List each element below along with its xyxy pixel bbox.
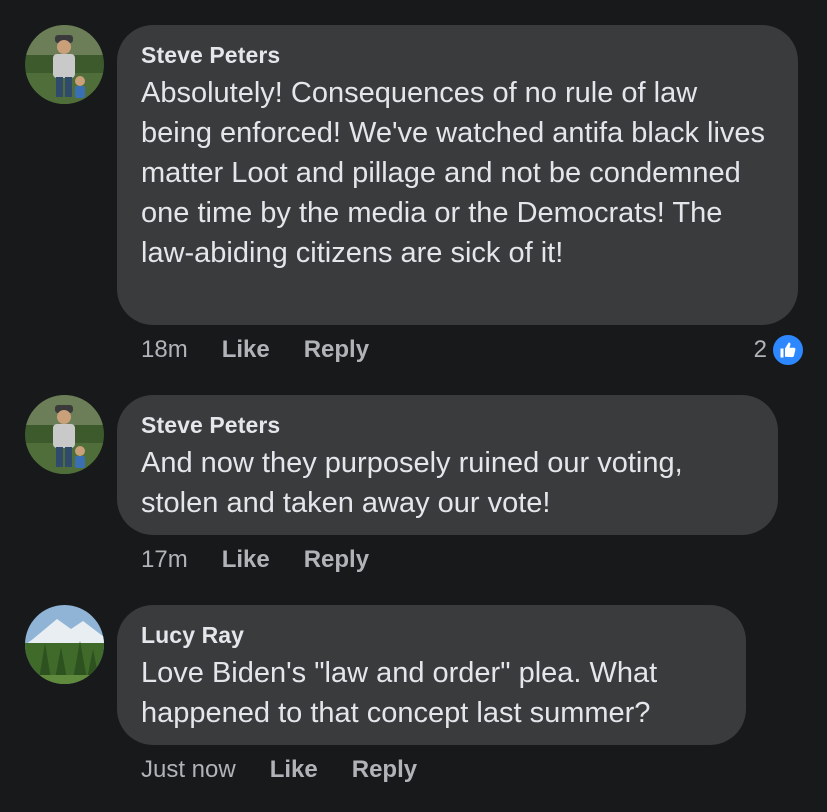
avatar[interactable] <box>25 395 104 474</box>
comment-text: Absolutely! Consequences of no rule of l… <box>141 77 766 269</box>
comment-actions: 18m Like Reply <box>141 336 369 364</box>
comment-bubble: Steve Peters Absolutely! Consequences of… <box>117 25 798 325</box>
comment-bubble: Lucy Ray Love Biden's "law and order" pl… <box>117 605 746 745</box>
profile-photo-icon <box>25 25 104 104</box>
comment-timestamp[interactable]: 18m <box>141 336 188 364</box>
comment-actions: 17m Like Reply <box>141 546 369 574</box>
like-button[interactable]: Like <box>270 756 318 784</box>
like-button[interactable]: Like <box>222 546 270 574</box>
avatar[interactable] <box>25 25 104 104</box>
reaction-summary[interactable]: 2 <box>754 333 805 367</box>
comment-bubble: Steve Peters And now they purposely ruin… <box>117 395 778 535</box>
like-button[interactable]: Like <box>222 336 270 364</box>
comment-actions: Just now Like Reply <box>141 756 417 784</box>
comment-text: And now they purposely ruined our voting… <box>141 447 683 519</box>
comment-author[interactable]: Steve Peters <box>141 412 754 438</box>
reply-button[interactable]: Reply <box>304 336 369 364</box>
comment-timestamp[interactable]: 17m <box>141 546 188 574</box>
comment-author[interactable]: Steve Peters <box>141 42 774 68</box>
comment-text: Love Biden's "law and order" plea. What … <box>141 657 658 729</box>
thumbs-up-icon <box>771 333 805 367</box>
comment-timestamp[interactable]: Just now <box>141 756 236 784</box>
avatar[interactable] <box>25 605 104 684</box>
profile-photo-icon <box>25 605 104 684</box>
reaction-count: 2 <box>753 336 767 363</box>
reply-button[interactable]: Reply <box>352 756 417 784</box>
profile-photo-icon <box>25 395 104 474</box>
reply-button[interactable]: Reply <box>304 546 369 574</box>
comment-author[interactable]: Lucy Ray <box>141 622 722 648</box>
